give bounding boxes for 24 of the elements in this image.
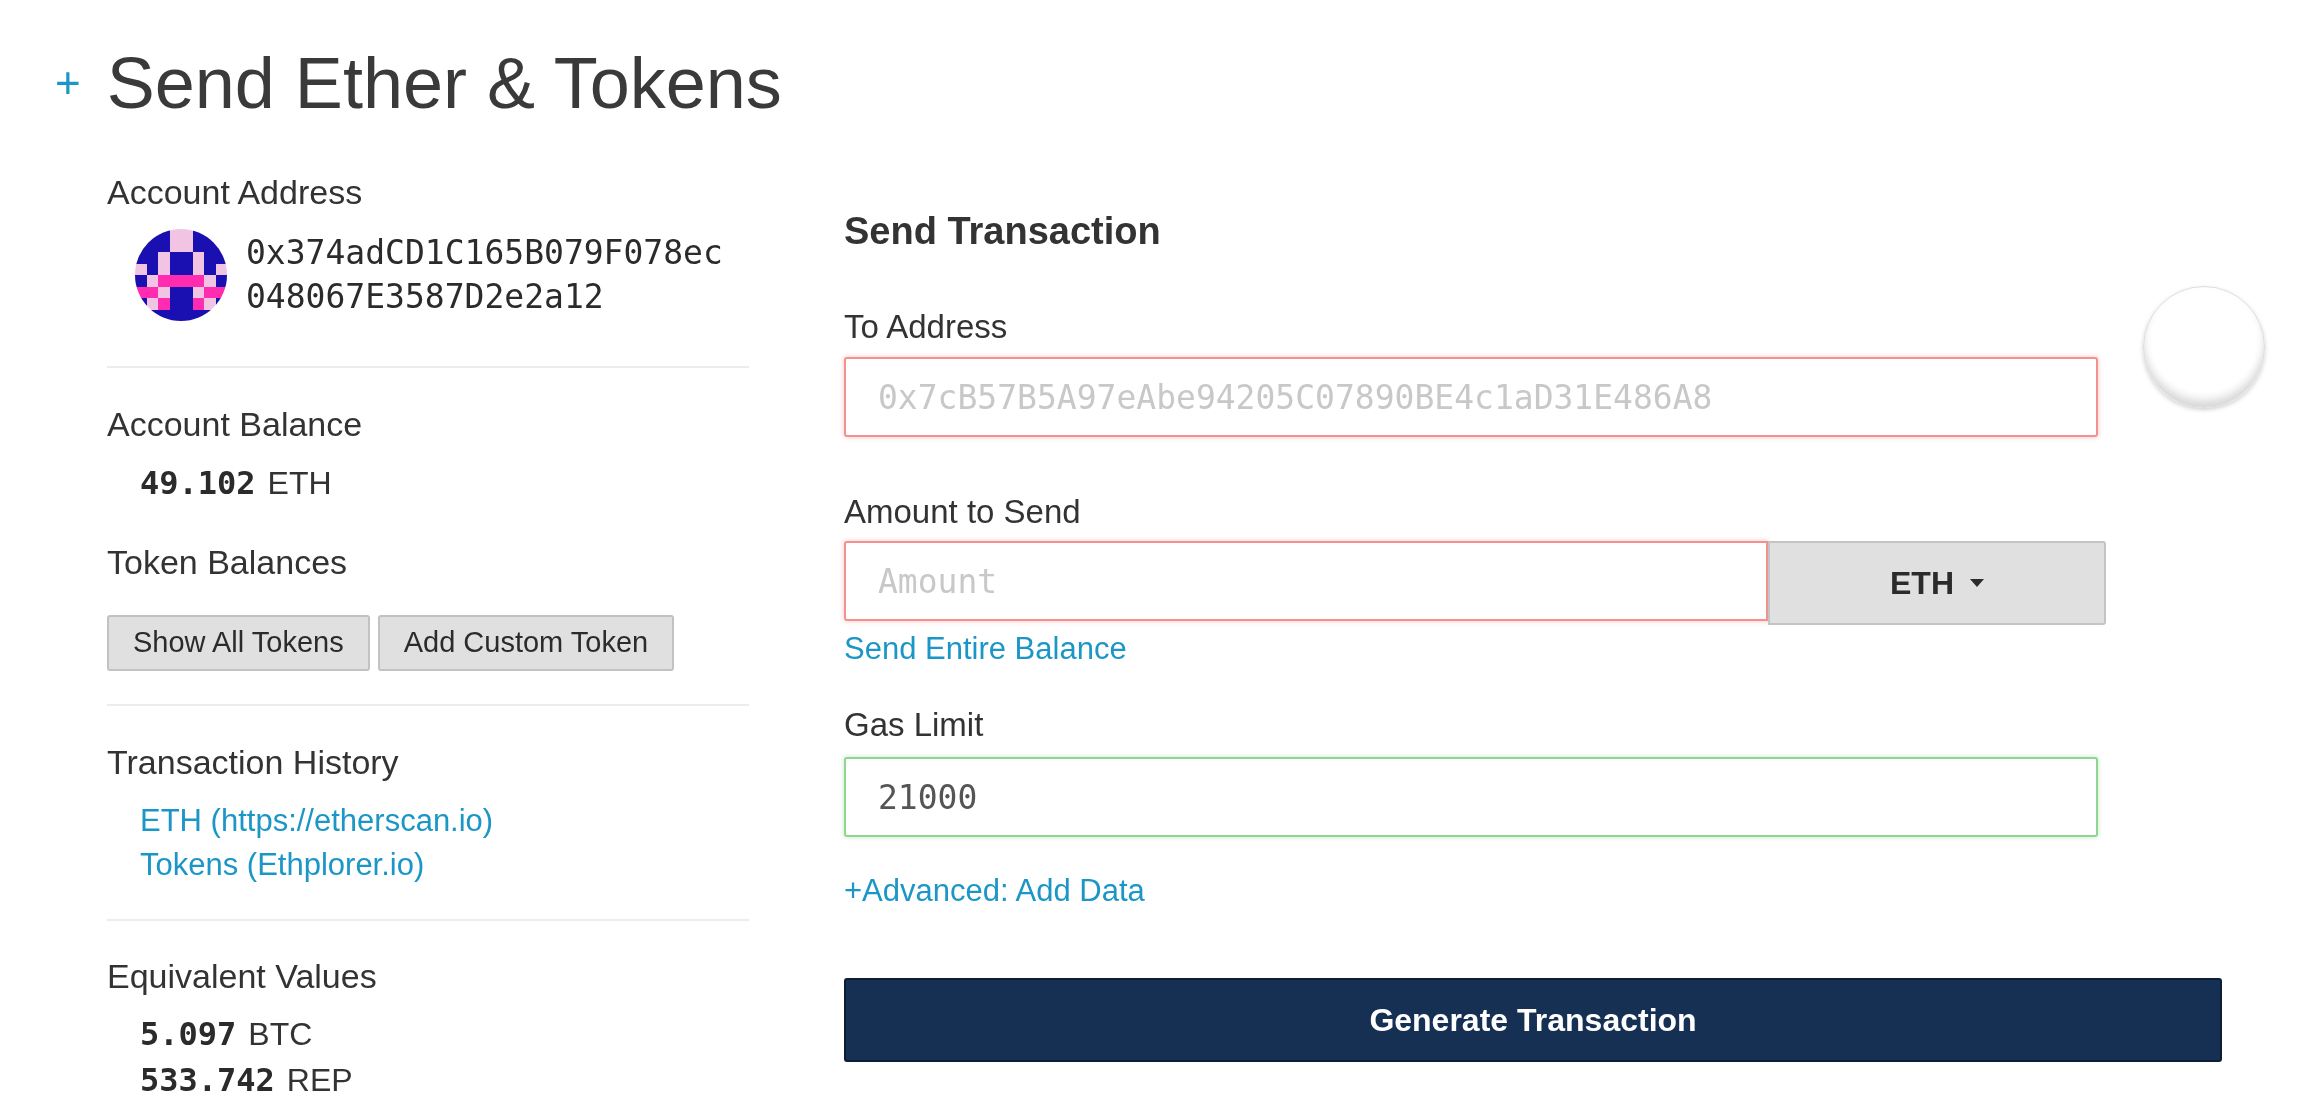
currency-unit: ETH	[267, 464, 332, 503]
generate-transaction-button[interactable]: Generate Transaction	[844, 978, 2222, 1062]
section-label: Account Address	[107, 172, 363, 212]
token-button[interactable]: Add Custom Token	[377, 615, 675, 671]
account-address: 0x374adCD1C165B079F078ec048067E3587D2e2a12	[246, 232, 724, 318]
amount-value: 533.742	[140, 1060, 275, 1101]
gas-limit-field[interactable]: 21000	[844, 757, 2098, 837]
amount-value: 5.097	[140, 1014, 237, 1055]
section-label: Token Balances	[107, 542, 348, 582]
page-title: Send Ether & Tokens	[106, 47, 782, 119]
field-label: Gas Limit	[844, 705, 984, 745]
currency-unit: REP	[286, 1061, 353, 1100]
form-title: Send Transaction	[844, 209, 1161, 253]
section-label: Transaction History	[107, 742, 399, 782]
currency-dropdown[interactable]: ETH	[1768, 541, 2106, 625]
pixel-avatar-icon	[135, 229, 227, 321]
section-label: Equivalent Values	[107, 956, 377, 996]
caret-icon	[1970, 579, 1984, 587]
token-button[interactable]: Show All Tokens	[107, 615, 370, 671]
amount-value: 49.102	[140, 463, 256, 504]
field-label: Amount to Send	[844, 492, 1081, 532]
section-label: Account Balance	[107, 404, 363, 444]
currency-unit: BTC	[248, 1015, 313, 1054]
field-label: To Address	[844, 307, 1008, 347]
